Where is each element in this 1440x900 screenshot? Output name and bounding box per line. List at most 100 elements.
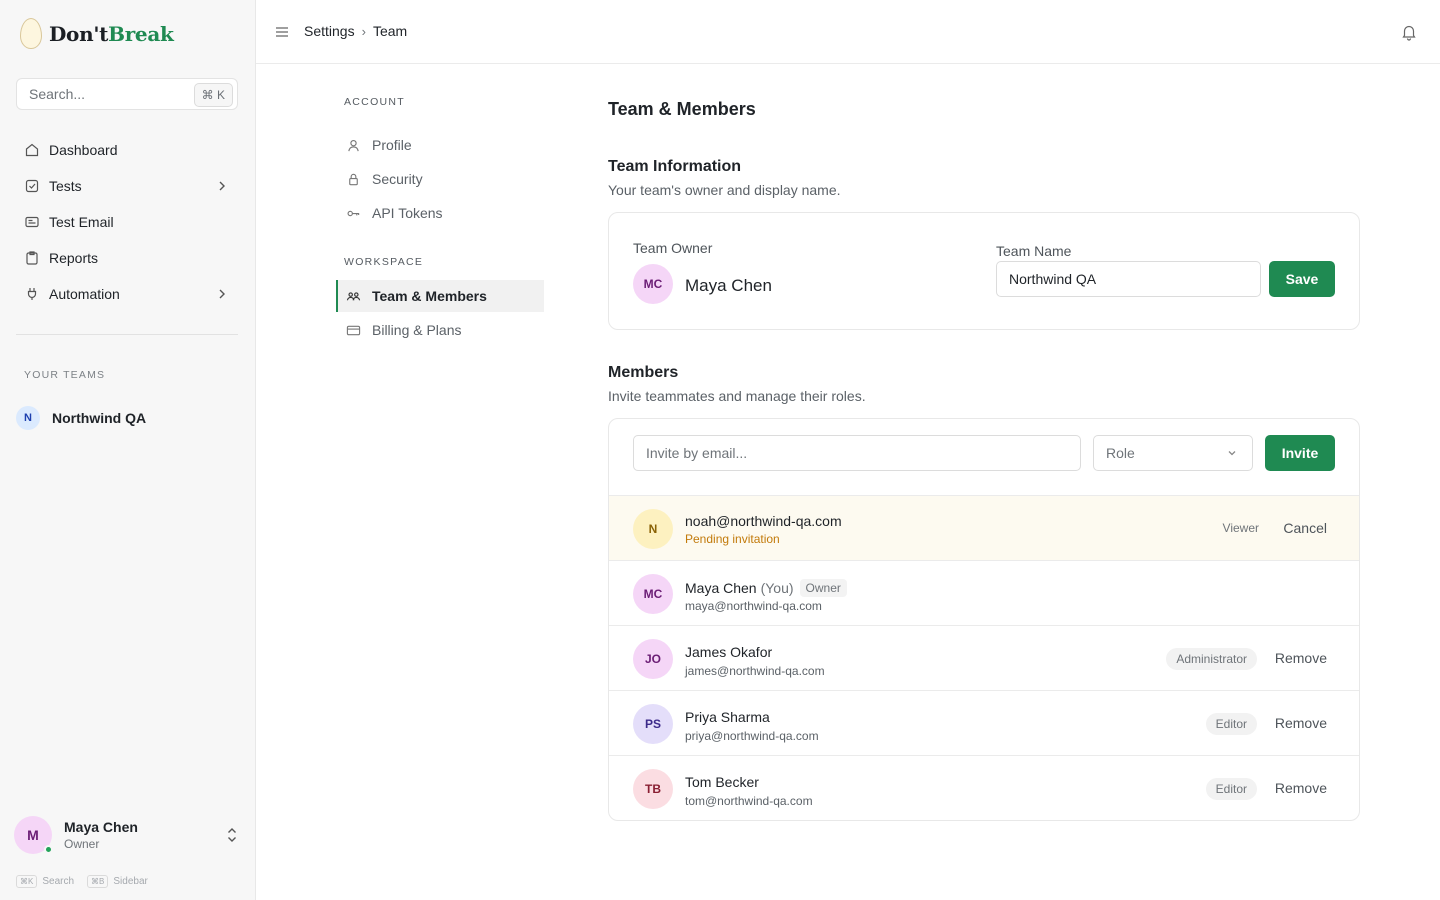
role-select-value: Role (1106, 445, 1135, 461)
user-name: Maya Chen (64, 819, 138, 835)
table-row: MC Maya Chen (You) Owner maya@northwind-… (609, 560, 1359, 625)
search-shortcut-badge: ⌘ K (193, 83, 233, 107)
chevron-right-icon[interactable] (214, 286, 230, 302)
pending-role: Viewer (1222, 521, 1259, 535)
owner-badge: Owner (799, 579, 847, 597)
shortcut-key: ⌘K (16, 875, 38, 888)
credit-card-icon (346, 325, 361, 335)
brand-logo[interactable]: Don'tBreak (20, 18, 174, 49)
team-name-input[interactable] (996, 261, 1261, 297)
team-switch-item[interactable]: N Northwind QA (16, 406, 146, 430)
chevron-down-icon (1228, 451, 1236, 456)
pending-invitation-row: N noah@northwind-qa.com Pending invitati… (609, 495, 1359, 560)
member-name: James Okafor (685, 644, 773, 660)
sidebar: Don'tBreak Search... ⌘ K Dashboard Tests… (0, 0, 256, 900)
egg-logo-icon (20, 18, 42, 49)
remove-member-button[interactable]: Remove (1275, 715, 1327, 731)
team-info-card: Team Owner MC Maya Chen Team Name Save (608, 212, 1360, 330)
table-row: TB Tom Becker tom@northwind-qa.com Edito… (609, 755, 1359, 820)
sidebar-nav: Dashboard Tests Test Email Reports Autom… (16, 132, 238, 312)
team-info-subtitle: Your team's owner and display name. (608, 182, 841, 198)
cancel-invite-button[interactable]: Cancel (1283, 520, 1327, 536)
avatar: PS (633, 704, 673, 744)
sidebar-item-automation[interactable]: Automation (16, 276, 238, 312)
home-icon (25, 143, 39, 157)
member-email: priya@northwind-qa.com (685, 729, 819, 743)
remove-member-button[interactable]: Remove (1275, 650, 1327, 666)
sidebar-item-dashboard[interactable]: Dashboard (16, 132, 238, 168)
page-title: Team & Members (608, 99, 756, 119)
avatar: MC (633, 264, 673, 304)
settings-nav-team-members[interactable]: Team & Members (336, 280, 544, 312)
sidebar-search[interactable]: Search... ⌘ K (16, 78, 238, 110)
lock-icon (349, 173, 358, 185)
members-title: Members (608, 364, 679, 381)
plug-icon (27, 288, 37, 300)
menu-icon[interactable] (274, 24, 290, 40)
member-email: maya@northwind-qa.com (685, 599, 822, 613)
team-name-label: Team Name (996, 243, 1072, 259)
users-icon (346, 291, 361, 300)
team-info-title: Team Information (608, 158, 742, 175)
workspace-section-label: WORKSPACE (344, 256, 424, 268)
breadcrumb-team: Team (372, 23, 408, 39)
team-avatar: N (16, 406, 40, 430)
remove-member-button[interactable]: Remove (1275, 780, 1327, 796)
sidebar-item-label: Test Email (49, 214, 114, 230)
mail-icon (25, 216, 39, 228)
invite-button[interactable]: Invite (1265, 435, 1335, 471)
member-email: tom@northwind-qa.com (685, 794, 813, 808)
checkbox-icon (25, 179, 39, 193)
sidebar-item-test-email[interactable]: Test Email (16, 204, 238, 240)
clipboard-icon (26, 251, 38, 265)
user-menu[interactable]: M Maya Chen Owner (14, 815, 242, 855)
member-name: Maya Chen (You) Owner (685, 579, 847, 597)
member-name: Priya Sharma (685, 709, 770, 725)
sidebar-item-label: Tests (49, 178, 82, 194)
member-email: james@northwind-qa.com (685, 664, 825, 678)
search-placeholder: Search... (29, 86, 86, 102)
shortcut-hints: ⌘K Search ⌘B Sidebar (16, 875, 161, 888)
key-icon (347, 210, 360, 216)
table-row: PS Priya Sharma priya@northwind-qa.com E… (609, 690, 1359, 755)
avatar: JO (633, 639, 673, 679)
breadcrumb-separator-icon: › (361, 23, 366, 39)
avatar: TB (633, 769, 673, 809)
teams-heading: YOUR TEAMS (24, 369, 106, 381)
online-status-dot (44, 845, 53, 854)
table-row: JO James Okafor james@northwind-qa.com A… (609, 625, 1359, 690)
sidebar-divider (16, 334, 238, 335)
chevron-up-down-icon[interactable] (224, 825, 240, 845)
user-role: Owner (64, 837, 100, 851)
team-owner-label: Team Owner (633, 240, 713, 256)
settings-nav-security[interactable]: Security (336, 163, 544, 195)
settings-nav-billing-plans[interactable]: Billing & Plans (336, 314, 544, 346)
sidebar-item-label: Dashboard (49, 142, 118, 158)
invite-email-input[interactable] (633, 435, 1081, 471)
settings-nav-profile[interactable]: Profile (336, 129, 544, 161)
role-badge[interactable]: Editor (1205, 713, 1257, 735)
breadcrumb-settings[interactable]: Settings (304, 23, 355, 39)
top-bar: Settings › Team (256, 0, 1440, 64)
member-name: Tom Becker (685, 774, 759, 790)
bell-icon[interactable] (1400, 23, 1418, 41)
chevron-right-icon[interactable] (214, 178, 230, 194)
shortcut-key: ⌘B (87, 875, 109, 888)
role-select[interactable]: Role (1093, 435, 1253, 471)
role-badge[interactable]: Administrator (1166, 648, 1257, 670)
members-subtitle: Invite teammates and manage their roles. (608, 388, 866, 404)
breadcrumb: Settings › Team (304, 23, 407, 39)
you-indicator: (You) (760, 580, 794, 596)
save-button[interactable]: Save (1269, 261, 1335, 297)
avatar: MC (633, 574, 673, 614)
sidebar-item-label: Automation (49, 286, 120, 302)
settings-nav-api-tokens[interactable]: API Tokens (336, 197, 544, 229)
team-owner-name: Maya Chen (685, 276, 772, 295)
members-card: Role Invite N noah@northwind-qa.com Pend… (608, 418, 1360, 821)
shortcut-label: Search (42, 876, 75, 887)
account-section-label: ACCOUNT (344, 96, 406, 108)
pending-email: noah@northwind-qa.com (685, 513, 842, 529)
sidebar-item-reports[interactable]: Reports (16, 240, 238, 276)
sidebar-item-tests[interactable]: Tests (16, 168, 238, 204)
role-badge[interactable]: Editor (1205, 778, 1257, 800)
